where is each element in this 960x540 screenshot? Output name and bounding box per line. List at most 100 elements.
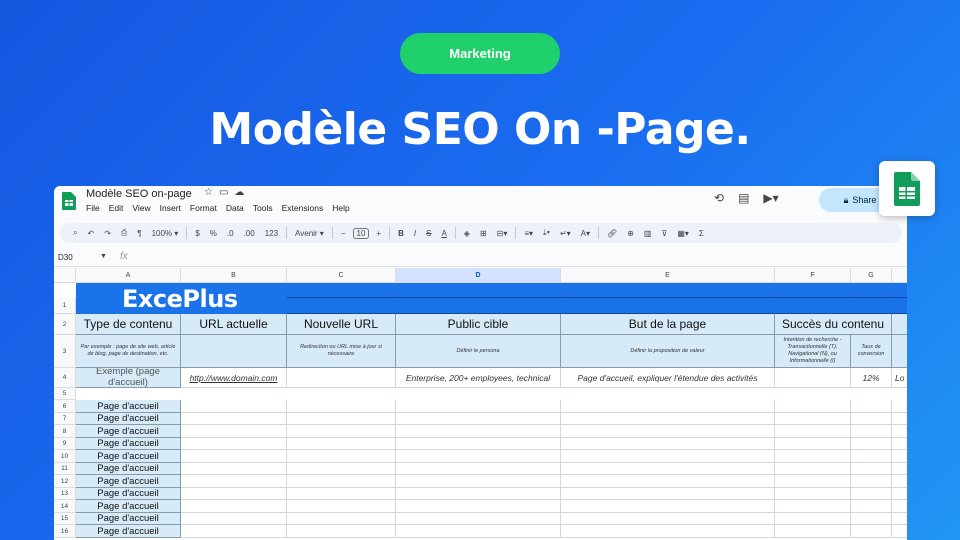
table-cell[interactable] xyxy=(396,450,561,463)
row-header-2[interactable]: 2 xyxy=(54,314,76,335)
row-header-16[interactable]: 16 xyxy=(54,525,76,538)
row-header-8[interactable]: 8 xyxy=(54,425,76,438)
move-folder-icon[interactable]: ▭ xyxy=(219,187,228,198)
table-cell[interactable] xyxy=(396,463,561,475)
table-cell[interactable] xyxy=(775,400,851,413)
table-cell[interactable] xyxy=(287,525,396,538)
comments-icon[interactable]: ▤ xyxy=(738,191,749,205)
example-purpose-cell[interactable]: Page d'accueil, expliquer l'étendue des … xyxy=(561,368,775,388)
column-title-e[interactable]: But de la page xyxy=(561,314,775,335)
table-cell[interactable] xyxy=(851,525,892,538)
table-cell[interactable] xyxy=(181,488,287,500)
row-header-10[interactable]: 10 xyxy=(54,450,76,463)
table-cell[interactable] xyxy=(287,463,396,475)
table-cell[interactable] xyxy=(775,488,851,500)
row-header-9[interactable]: 9 xyxy=(54,438,76,450)
table-cell-type[interactable]: Page d'accueil xyxy=(76,463,181,475)
row-header-6[interactable]: 6 xyxy=(54,400,76,413)
table-cell[interactable] xyxy=(775,475,851,488)
row-header-14[interactable]: 14 xyxy=(54,500,76,513)
column-header-a[interactable]: A xyxy=(76,268,181,283)
table-cell[interactable] xyxy=(287,413,396,425)
bold-icon[interactable]: B xyxy=(393,229,409,238)
redo-icon[interactable]: ↷ xyxy=(99,229,116,238)
decrease-decimal-button[interactable]: .0 xyxy=(222,229,239,238)
column-header-g[interactable]: G xyxy=(851,268,892,283)
subheader-a[interactable]: Par exemple : page de site web, article … xyxy=(76,335,181,368)
table-cell[interactable] xyxy=(181,525,287,538)
table-cell[interactable] xyxy=(775,463,851,475)
example-type-cell[interactable]: Exemple (page d'accueil) xyxy=(76,368,181,388)
table-cell-type[interactable]: Page d'accueil xyxy=(76,413,181,425)
subheader-e[interactable]: Définir la proposition de valeur xyxy=(561,335,775,368)
cloud-status-icon[interactable]: ☁ xyxy=(234,187,244,198)
table-cell[interactable] xyxy=(892,488,907,500)
table-cell-type[interactable]: Page d'accueil xyxy=(76,425,181,438)
subheader-f[interactable]: Intention de recherche - Transactionnell… xyxy=(775,335,851,368)
font-size-decrease-icon[interactable]: − xyxy=(336,229,351,238)
banner-cell[interactable] xyxy=(561,283,775,298)
banner-cell[interactable] xyxy=(561,298,775,314)
row-header-5[interactable]: 5 xyxy=(54,388,76,400)
table-cell[interactable] xyxy=(775,450,851,463)
table-cell[interactable] xyxy=(396,525,561,538)
table-cell-type[interactable]: Page d'accueil xyxy=(76,450,181,463)
column-header-c[interactable]: C xyxy=(287,268,396,283)
text-rotation-icon[interactable]: A▾ xyxy=(576,229,595,238)
menu-insert[interactable]: Insert xyxy=(160,203,181,213)
table-cell[interactable] xyxy=(892,438,907,450)
table-cell[interactable] xyxy=(851,463,892,475)
menu-data[interactable]: Data xyxy=(226,203,244,213)
document-title[interactable]: Modèle SEO on-page xyxy=(86,188,192,200)
spreadsheet-grid[interactable]: A B C D E F G 1 2 3 4 5 6 7 8 9 10 11 12 13 14 15 16 ExcePlus Ty… xyxy=(54,268,907,540)
subheader-b[interactable] xyxy=(181,335,287,368)
row-header-7[interactable]: 7 xyxy=(54,413,76,425)
table-cell[interactable] xyxy=(287,513,396,525)
column-title-a[interactable]: Type de contenu xyxy=(76,314,181,335)
table-cell[interactable] xyxy=(287,450,396,463)
strikethrough-icon[interactable]: S xyxy=(421,229,436,238)
table-cell[interactable] xyxy=(561,488,775,500)
table-cell[interactable] xyxy=(181,500,287,513)
table-cell[interactable] xyxy=(181,413,287,425)
subheader-h[interactable] xyxy=(892,335,907,368)
table-cell[interactable] xyxy=(181,513,287,525)
table-cell[interactable] xyxy=(851,450,892,463)
table-cell[interactable] xyxy=(851,413,892,425)
percent-button[interactable]: % xyxy=(205,229,222,238)
table-cell[interactable] xyxy=(561,525,775,538)
menu-extensions[interactable]: Extensions xyxy=(282,203,324,213)
banner-cell[interactable] xyxy=(851,283,892,298)
italic-icon[interactable]: I xyxy=(409,229,421,238)
table-cell[interactable] xyxy=(892,400,907,413)
table-cell-type[interactable]: Page d'accueil xyxy=(76,475,181,488)
filter-views-icon[interactable]: ▦▾ xyxy=(672,229,694,238)
table-cell[interactable] xyxy=(561,438,775,450)
column-header-f[interactable]: F xyxy=(775,268,851,283)
table-cell[interactable] xyxy=(396,438,561,450)
row-header-3[interactable]: 3 xyxy=(54,335,76,368)
column-header-h[interactable] xyxy=(892,268,907,283)
table-cell[interactable] xyxy=(892,513,907,525)
table-cell[interactable] xyxy=(396,425,561,438)
increase-decimal-button[interactable]: .00 xyxy=(239,229,260,238)
zoom-select[interactable]: 100% ▾ xyxy=(147,229,184,238)
table-cell[interactable] xyxy=(851,500,892,513)
star-icon[interactable]: ☆ xyxy=(204,187,213,198)
table-cell[interactable] xyxy=(396,500,561,513)
banner-cell[interactable] xyxy=(396,283,561,298)
grid-corner[interactable] xyxy=(54,268,76,283)
table-cell[interactable] xyxy=(775,413,851,425)
column-title-b[interactable]: URL actuelle xyxy=(181,314,287,335)
table-cell[interactable] xyxy=(892,450,907,463)
table-cell[interactable] xyxy=(181,400,287,413)
subheader-d[interactable]: Définir le persona xyxy=(396,335,561,368)
filter-icon[interactable]: ⊽ xyxy=(656,229,672,238)
table-cell[interactable] xyxy=(181,463,287,475)
banner-cell[interactable] xyxy=(851,298,892,314)
table-cell-type[interactable]: Page d'accueil xyxy=(76,438,181,450)
table-cell[interactable] xyxy=(287,400,396,413)
table-cell[interactable] xyxy=(287,488,396,500)
example-intent-cell[interactable] xyxy=(775,368,851,388)
number-format-button[interactable]: 123 xyxy=(260,229,283,238)
